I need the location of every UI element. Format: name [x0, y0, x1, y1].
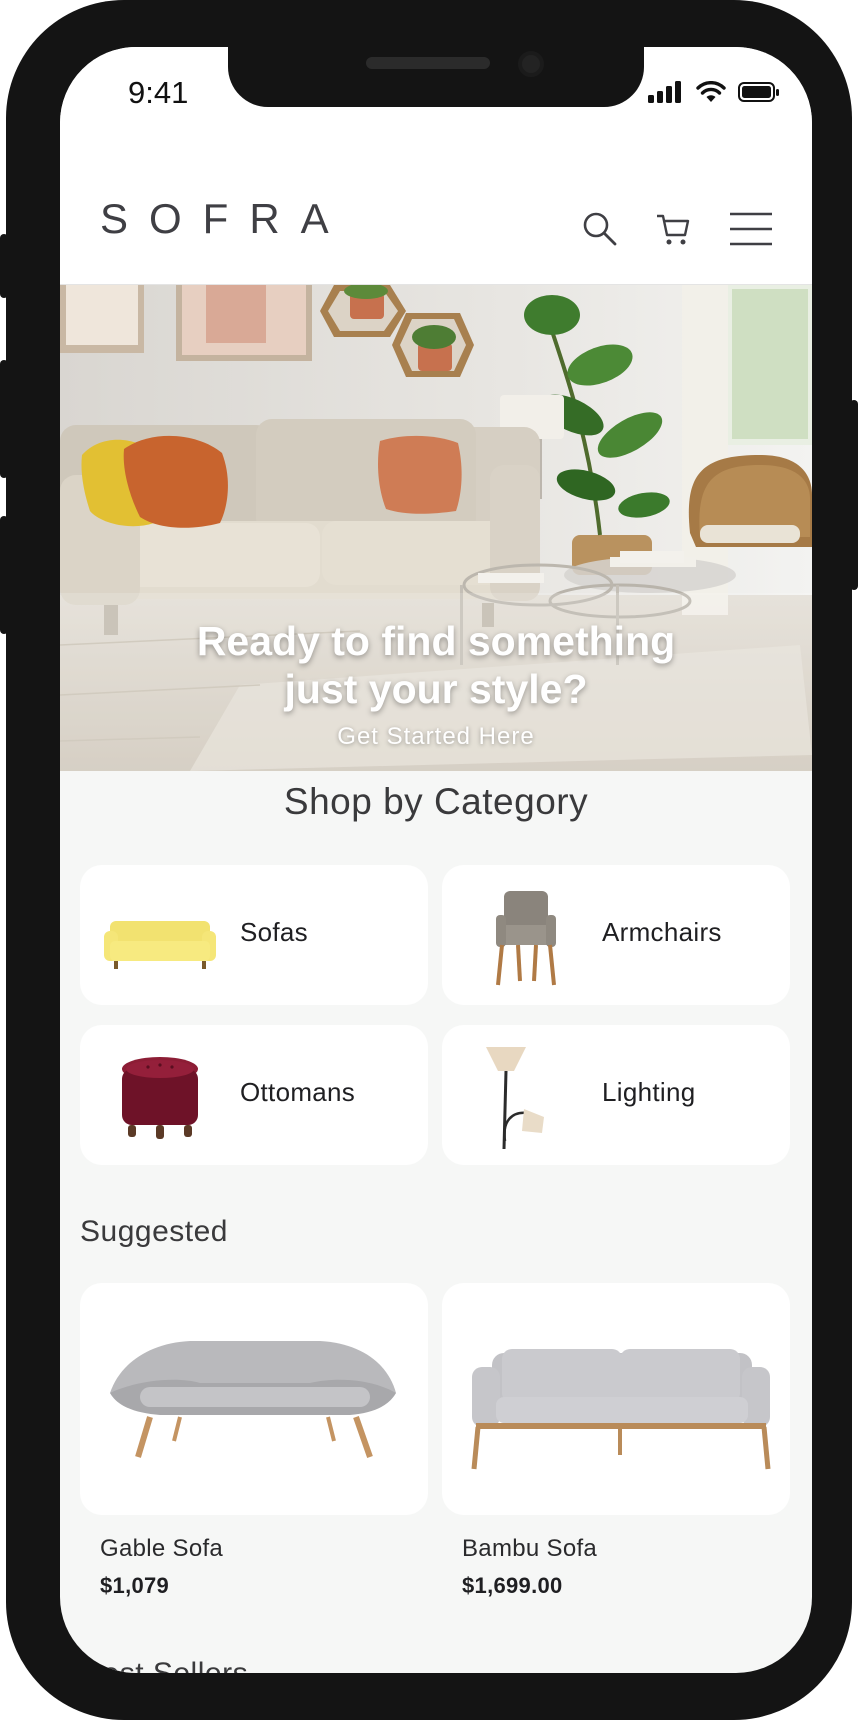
product-name[interactable]: Bambu Sofa [462, 1535, 597, 1563]
category-label: Lighting [602, 1077, 696, 1107]
suggested-heading: Suggested [80, 1215, 228, 1248]
category-card-lighting[interactable]: Lighting [442, 1025, 790, 1165]
category-card-sofas[interactable]: Sofas [80, 865, 428, 1005]
hero-title-line2: just your style? [284, 666, 588, 712]
ottoman-image [122, 1057, 198, 1139]
gable-sofa-image [110, 1341, 396, 1458]
phone-frame: 9:41 SOFRA Ready to find something just … [0, 0, 858, 1720]
menu-icon[interactable] [730, 211, 772, 247]
product-price: $1,079 [100, 1573, 170, 1598]
category-label: Armchairs [602, 917, 722, 947]
shop-by-category-heading: Shop by Category [283, 781, 589, 822]
best-sellers-heading: Best Sellers [82, 1657, 248, 1673]
notch [228, 47, 644, 107]
wifi-icon [696, 81, 726, 102]
armchair-image [496, 891, 556, 986]
get-started-link[interactable]: Get Started Here [60, 723, 812, 751]
product-card-bambu-sofa[interactable] [442, 1283, 790, 1515]
status-bar: 9:41 [60, 47, 812, 177]
hero-banner[interactable]: Ready to find something just your style?… [60, 285, 812, 771]
speaker [366, 57, 490, 69]
hero-caption: Ready to find something just your style?… [60, 593, 812, 771]
logo[interactable]: SOFRA [100, 195, 350, 243]
category-card-ottomans[interactable]: Ottomans [80, 1025, 428, 1165]
hero-title-line1: Ready to find something [196, 618, 676, 664]
product-card-gable-sofa[interactable] [80, 1283, 428, 1515]
category-label: Ottomans [240, 1077, 356, 1107]
status-icons [648, 81, 780, 103]
product-price: $1,699.00 [462, 1573, 563, 1598]
volume-up-button [0, 360, 8, 478]
hero-title: Ready to find something just your style? [60, 617, 812, 713]
volume-down-button [0, 516, 8, 634]
power-button [850, 400, 858, 590]
category-label: Sofas [240, 917, 308, 947]
bambu-sofa-image [471, 1349, 771, 1470]
yellow-sofa-image [104, 921, 216, 969]
screen: 9:41 SOFRA Ready to find something just … [60, 47, 812, 1673]
app-header: SOFRA [60, 177, 812, 285]
mute-switch [0, 234, 8, 298]
floor-lamp-image [486, 1047, 544, 1150]
front-camera [518, 51, 544, 77]
search-icon[interactable] [582, 211, 618, 247]
product-name[interactable]: Gable Sofa [100, 1535, 223, 1563]
signal-icon [648, 81, 681, 103]
cart-icon[interactable] [655, 211, 691, 247]
status-time: 9:41 [128, 75, 189, 110]
battery-icon [738, 82, 779, 102]
category-card-armchairs[interactable]: Armchairs [442, 865, 790, 1005]
